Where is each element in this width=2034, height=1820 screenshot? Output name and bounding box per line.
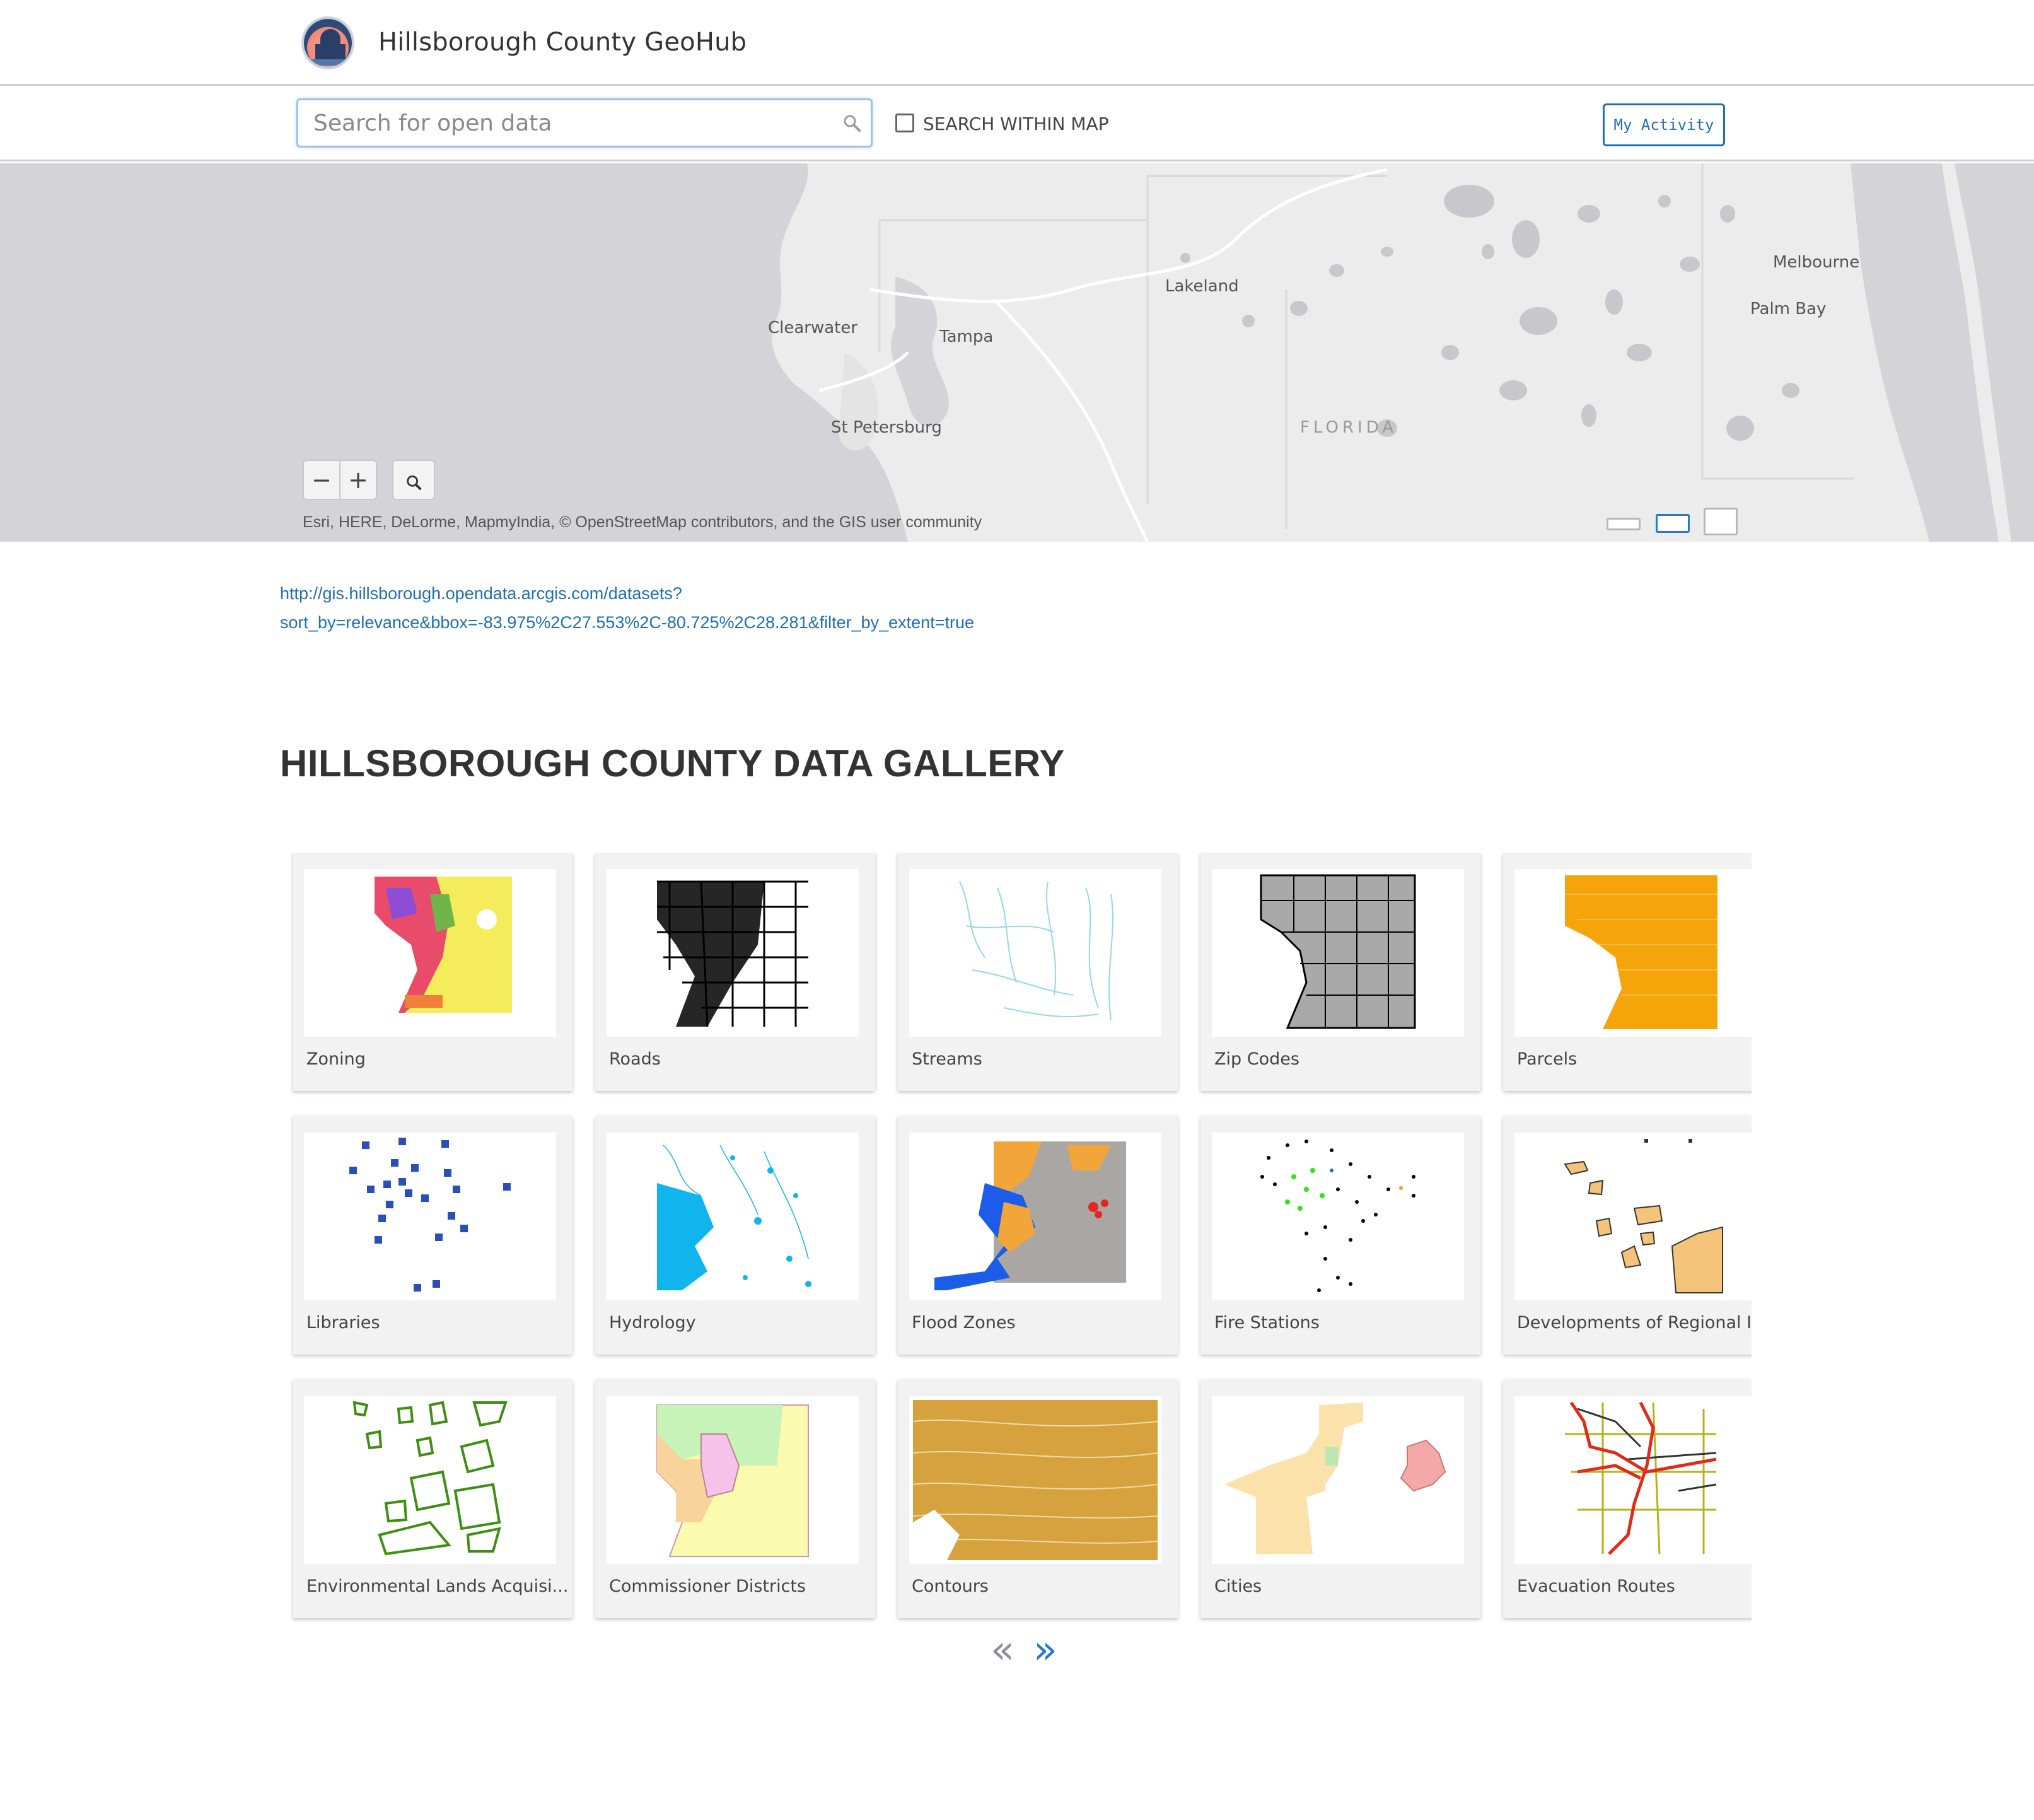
card-label: Hydrology (609, 1313, 696, 1333)
gallery-card-libraries[interactable]: Libraries (293, 1116, 572, 1355)
card-label: Contours (912, 1577, 989, 1596)
layout-medium-button[interactable] (1656, 514, 1690, 533)
developments-thumbnail (1514, 1133, 1752, 1300)
zoning-thumbnail (304, 869, 556, 1037)
gallery-card-hydrology[interactable]: Hydrology (595, 1116, 875, 1355)
card-label: Zoning (306, 1049, 366, 1069)
gallery-card-zoning[interactable]: Zoning (293, 853, 572, 1091)
gallery-card-fire-stations[interactable]: Fire Stations (1200, 1116, 1480, 1355)
county-logo-icon[interactable] (301, 16, 354, 69)
gallery-card-cities[interactable]: Cities (1200, 1380, 1480, 1618)
search-input[interactable] (296, 98, 873, 148)
card-label: Libraries (306, 1313, 380, 1333)
card-label: Streams (912, 1049, 982, 1069)
map-label-st-petersburg: St Petersburg (831, 418, 942, 437)
gallery-card-evacuation-routes[interactable]: Evacuation Routes (1503, 1380, 1752, 1618)
hydrology-thumbnail (607, 1133, 859, 1300)
my-activity-button[interactable]: My Activity (1603, 103, 1725, 146)
card-label: Evacuation Routes (1517, 1577, 1675, 1596)
layout-tall-button[interactable] (1704, 508, 1738, 535)
gallery-card-roads[interactable]: Roads (595, 853, 875, 1091)
url-line-2[interactable]: sort_by=relevance&bbox=-83.975%2C27.553%… (280, 608, 1163, 637)
map-label-lakeland: Lakeland (1165, 277, 1239, 296)
card-label: Fire Stations (1214, 1313, 1320, 1333)
gallery-next-button[interactable]: » (1026, 1630, 1064, 1669)
map-view[interactable]: Clearwater Tampa St Petersburg Lakeland … (0, 163, 2034, 542)
card-label: Cities (1214, 1577, 1262, 1596)
gallery-card-parcels[interactable]: Parcels (1503, 853, 1752, 1091)
environmental-lands-thumbnail (304, 1396, 556, 1564)
card-label: Flood Zones (912, 1313, 1016, 1333)
map-label-clearwater: Clearwater (768, 318, 858, 337)
card-label: Roads (609, 1049, 661, 1069)
search-bar: SEARCH WITHIN MAP My Activity (0, 86, 2034, 161)
card-label: Commissioner Districts (609, 1577, 806, 1596)
map-label-florida: FLORIDA (1300, 418, 1398, 437)
card-label: Environmental Lands Acquisi... (306, 1577, 569, 1596)
gallery-card-environmental-lands[interactable]: Environmental Lands Acquisi... (293, 1380, 572, 1618)
gallery-card-zip-codes[interactable]: Zip Codes (1200, 853, 1480, 1091)
card-label: Parcels (1517, 1049, 1578, 1069)
search-within-map-checkbox[interactable] (895, 114, 914, 132)
dataset-url-link[interactable]: http://gis.hillsborough.opendata.arcgis.… (280, 579, 1163, 637)
zoom-controls: − + (303, 460, 377, 500)
gallery-card-developments[interactable]: Developments of Regional I... (1503, 1116, 1752, 1355)
commissioner-districts-thumbnail (607, 1396, 859, 1564)
libraries-thumbnail (304, 1133, 556, 1300)
zoom-in-button[interactable]: + (340, 461, 376, 499)
gallery-card-streams[interactable]: Streams (898, 853, 1178, 1091)
flood-zones-thumbnail (909, 1133, 1161, 1300)
gallery-pager: « » (984, 1630, 1072, 1669)
layout-short-button[interactable] (1607, 518, 1641, 530)
cities-thumbnail (1212, 1396, 1464, 1564)
search-icon[interactable] (842, 114, 861, 132)
parcels-thumbnail (1514, 869, 1752, 1037)
map-search-button[interactable] (392, 460, 435, 500)
evacuation-routes-thumbnail (1514, 1396, 1752, 1564)
site-title[interactable]: Hillsborough County GeoHub (378, 28, 747, 57)
gallery-card-contours[interactable]: Contours (898, 1380, 1178, 1618)
contours-thumbnail (909, 1396, 1161, 1564)
map-label-melbourne: Melbourne (1773, 253, 1860, 272)
url-line-1[interactable]: http://gis.hillsborough.opendata.arcgis.… (280, 579, 1163, 608)
fire-stations-thumbnail (1212, 1133, 1464, 1300)
map-attribution: Esri, HERE, DeLorme, MapmyIndia, © OpenS… (303, 513, 982, 531)
gallery-prev-button[interactable]: « (984, 1630, 1021, 1669)
roads-thumbnail (607, 869, 859, 1037)
data-gallery: Zoning Roads Streams Zip Codes Parcels L… (291, 853, 1752, 1647)
gallery-title: HILLSBOROUGH COUNTY DATA GALLERY (280, 742, 1065, 785)
top-header: Hillsborough County GeoHub (0, 0, 2034, 86)
gallery-card-flood-zones[interactable]: Flood Zones (898, 1116, 1178, 1355)
magnifier-icon (407, 475, 422, 490)
gallery-card-commissioner-districts[interactable]: Commissioner Districts (595, 1380, 875, 1618)
zoom-out-button[interactable]: − (304, 461, 339, 499)
search-within-map-label[interactable]: SEARCH WITHIN MAP (923, 114, 1109, 134)
map-label-tampa: Tampa (939, 327, 994, 346)
map-label-palm-bay: Palm Bay (1750, 300, 1827, 318)
zip-codes-thumbnail (1212, 869, 1464, 1037)
streams-thumbnail (909, 869, 1161, 1037)
map-layout-toggle (1599, 504, 1738, 539)
card-label: Developments of Regional I... (1517, 1313, 1752, 1333)
card-label: Zip Codes (1214, 1049, 1299, 1069)
